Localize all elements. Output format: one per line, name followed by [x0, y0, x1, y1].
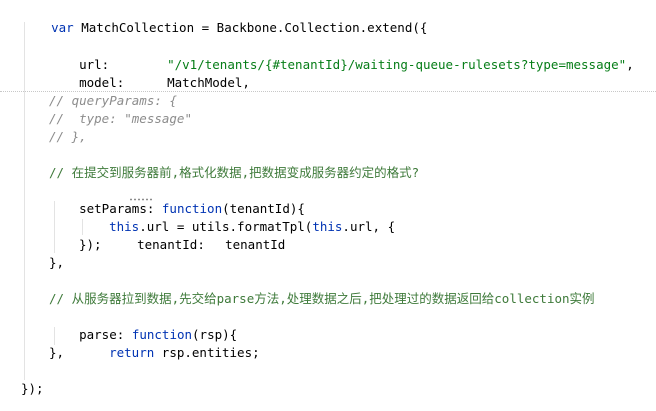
- comment-line[interactable]: // 从服务器拉到数据,先交给parse方法,处理数据之后,把处理过的数据返回给…: [49, 290, 595, 308]
- code-line-return[interactable]: return rsp.entities;: [79, 326, 260, 360]
- code-text: MatchCollection = Backbone.Collection.ex…: [73, 20, 428, 35]
- code-editor[interactable]: var MatchCollection = Backbone.Collectio…: [0, 0, 656, 411]
- code-line-tenantid[interactable]: tenantId:: [107, 218, 205, 252]
- comment-line[interactable]: // },: [49, 128, 87, 146]
- indent-guide: [24, 22, 25, 380]
- keyword: var: [51, 20, 74, 35]
- code-line[interactable]: });: [79, 236, 102, 254]
- code-line-url[interactable]: url:: [49, 38, 109, 72]
- code-text: tenantId: [225, 237, 286, 252]
- code-line-model[interactable]: model:: [49, 56, 124, 90]
- code-text: rsp.entities;: [154, 345, 260, 360]
- code-text: MatchModel,: [167, 75, 250, 90]
- code-line[interactable]: });: [21, 380, 44, 398]
- comment-line[interactable]: // 在提交到服务器前,格式化数据,把数据变成服务器约定的格式?: [49, 164, 419, 182]
- code-text: .url, {: [342, 219, 396, 234]
- code-line-setparams[interactable]: setParams: function(tenantId){: [49, 182, 305, 216]
- code-line-this-url[interactable]: this.url = utils.formatTpl(this.url, {: [79, 200, 395, 234]
- code-line-1[interactable]: var MatchCollection = Backbone.Collectio…: [21, 1, 427, 35]
- code-line[interactable]: },: [49, 344, 64, 362]
- comment-line[interactable]: // queryParams: {: [49, 92, 177, 110]
- keyword: return: [109, 345, 155, 360]
- keyword: this: [312, 219, 343, 234]
- property-key: model:: [79, 75, 125, 90]
- code-text: ,: [626, 57, 634, 72]
- code-line[interactable]: },: [49, 254, 64, 272]
- comment-line[interactable]: // type: "message": [49, 110, 192, 128]
- code-line-model-value[interactable]: MatchModel,: [137, 56, 250, 90]
- code-line-url-value[interactable]: "/v1/tenants/{#tenantId}/waiting-queue-r…: [137, 38, 634, 72]
- code-line-parse[interactable]: parse: function(rsp){: [49, 308, 237, 342]
- code-line-tenantid-value[interactable]: tenantId: [195, 218, 285, 252]
